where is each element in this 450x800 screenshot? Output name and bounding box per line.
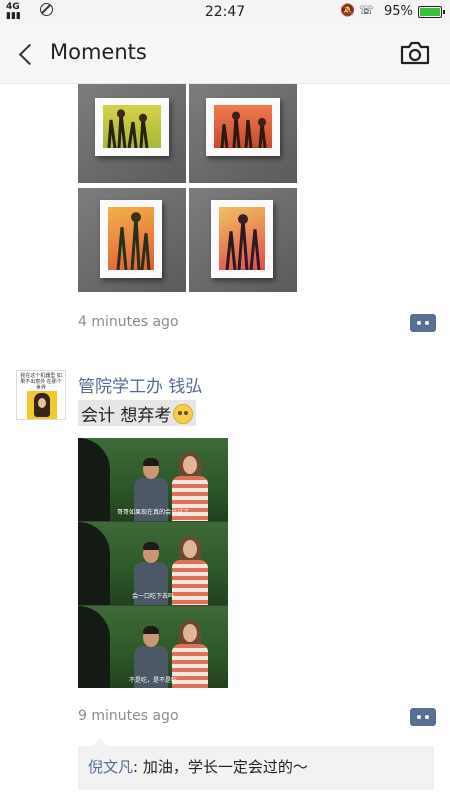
post-image[interactable]: 哥哥如果现在真的会计过了 会一口吃下去吗 不是吃，是不是吃 [78,438,228,688]
avatar[interactable]: 我在这个机器里 如果不出意外 在那个世界 [16,370,66,420]
photo-subtitle-3: 不是吃，是不是吃 [128,677,177,684]
photo-panel-1: 哥哥如果现在真的会计过了 [78,438,228,521]
post-image-2[interactable] [189,84,297,183]
comment-button[interactable] [410,314,436,332]
battery-percent: 95% [384,4,413,19]
status-time: 22:47 [204,4,246,20]
photo-panel-3: 不是吃，是不是吃 [78,606,228,688]
avatar-caption: 我在这个机器里 如果不出意外 在那个世界 [20,373,62,391]
nav-bar: Moments [0,24,450,84]
photo-subtitle-1: 哥哥如果现在真的会计过了 [116,509,189,516]
flushed-face-emoji-icon [173,404,194,424]
page-title: Moments [50,40,147,64]
comment-separator: : [133,758,143,776]
post-image-4[interactable] [189,188,297,292]
post-timestamp: 9 minutes ago [78,708,179,724]
post-image-3[interactable] [78,188,186,292]
comment-section: 倪文凡: 加油，学长一定会过的～ [78,738,434,790]
photo-subtitle-2: 会一口吃下去吗 [131,593,174,600]
photo-panel-2: 会一口吃下去吗 [78,522,228,605]
comment-author[interactable]: 倪文凡 [88,758,133,776]
comment-item[interactable]: 倪文凡: 加油，学长一定会过的～ [88,756,308,777]
post-timestamp: 4 minutes ago [78,314,179,330]
camera-icon[interactable] [399,40,431,66]
post-image-1[interactable] [78,84,186,183]
battery-icon [418,6,445,18]
comment-text: 加油，学长一定会过的～ [142,758,308,776]
status-bar: 4G ▮▮▮ 22:47 🔕 ☏ 95% [0,0,450,24]
back-button[interactable] [14,38,38,68]
post-text-content: 会计 想弃考 [81,406,172,426]
alarm-call-icons: 🔕 ☏ [340,3,374,17]
post-author[interactable]: 管院学工办 钱弘 [78,372,202,397]
moments-feed[interactable]: 4 minutes ago 我在这个机器里 如果不出意外 在那个世界 管院学工办… [0,84,450,800]
post-text: 会计 想弃考 [78,400,197,426]
comment-button[interactable] [410,708,436,726]
